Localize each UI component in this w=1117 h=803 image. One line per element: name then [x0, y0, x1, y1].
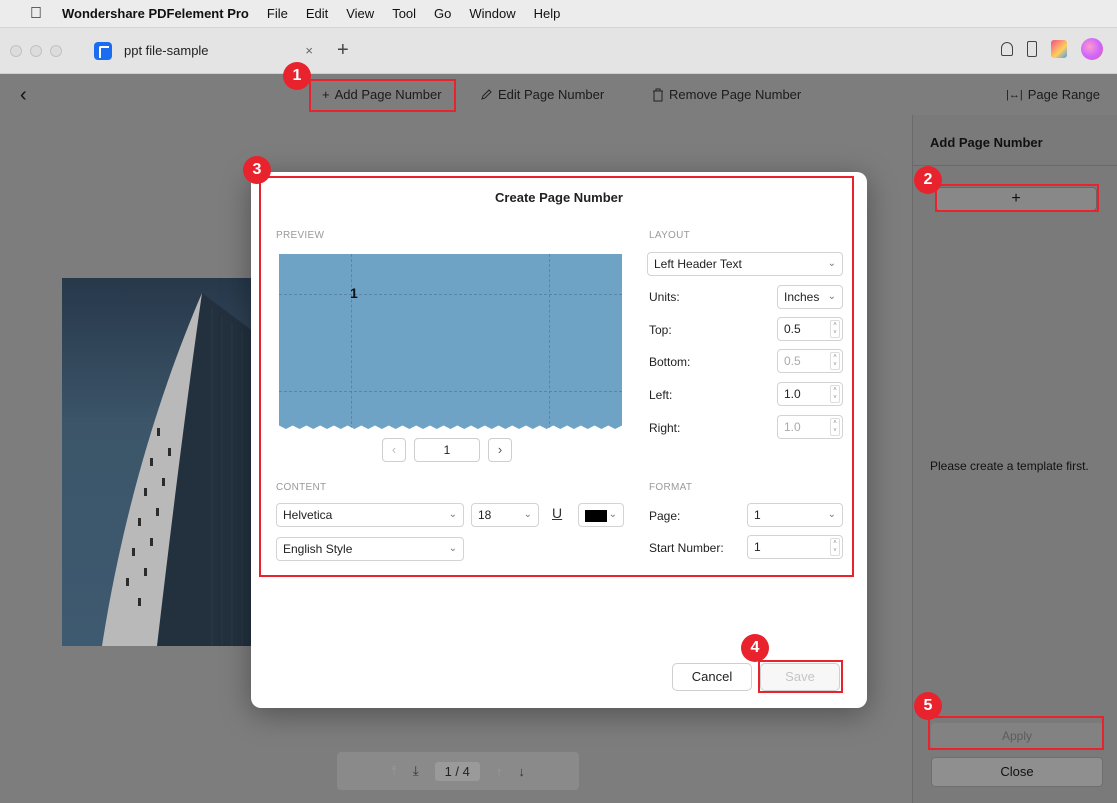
page-number-toolbar: ‹ + Add Page Number Edit Page Number Rem… [0, 75, 1117, 115]
menu-edit[interactable]: Edit [306, 6, 328, 21]
remove-page-number-button[interactable]: Remove Page Number [652, 87, 801, 102]
device-icon[interactable] [1027, 41, 1037, 57]
new-tab-button[interactable]: + [337, 39, 349, 62]
add-page-number-panel: Add Page Number + Please create a templa… [912, 115, 1117, 803]
annotation-box-2 [935, 184, 1099, 212]
annotation-box-1 [309, 79, 456, 112]
annotation-badge-2: 2 [914, 166, 942, 194]
page-range-button[interactable]: |↔| Page Range [1006, 87, 1100, 102]
bell-icon[interactable] [1001, 42, 1013, 56]
annotation-badge-4: 4 [741, 634, 769, 662]
panel-title: Add Page Number [930, 135, 1043, 150]
cancel-button[interactable]: Cancel [672, 663, 752, 691]
panel-divider [913, 165, 1117, 166]
edit-page-number-button[interactable]: Edit Page Number [480, 87, 604, 102]
page-indicator[interactable]: 1 / 4 [434, 761, 480, 781]
pdfelement-logo-icon [94, 41, 112, 60]
page-thumbnail-building-image [62, 278, 262, 646]
app-name-menu[interactable]: Wondershare PDFelement Pro [62, 6, 249, 21]
tab-close-icon[interactable]: × [305, 43, 313, 58]
page-range-label: Page Range [1027, 87, 1100, 102]
close-panel-button[interactable]: Close [931, 757, 1103, 787]
user-avatar[interactable] [1081, 38, 1103, 60]
edit-page-number-label: Edit Page Number [498, 87, 605, 102]
annotation-badge-3: 3 [243, 156, 271, 184]
annotation-badge-1: 1 [283, 62, 311, 90]
annotation-box-4 [758, 660, 843, 693]
page-navigation-bar: ⤒ ⤓ 1 / 4 ↑ ↓ [337, 752, 579, 790]
annotation-box-5 [928, 716, 1104, 750]
first-page-icon[interactable]: ⤒ [391, 763, 397, 779]
menu-file[interactable]: File [267, 6, 288, 21]
minimize-window-button[interactable] [30, 44, 42, 57]
trash-icon [653, 88, 663, 101]
annotation-badge-5: 5 [914, 692, 942, 720]
back-chevron-icon[interactable]: ‹ [20, 84, 27, 107]
next-page-icon[interactable]: ↓ [518, 764, 525, 779]
pencil-icon [481, 89, 492, 100]
page-range-icon: |↔| [1006, 88, 1023, 101]
menu-bar:  Wondershare PDFelement Pro File Edit V… [0, 0, 1117, 28]
annotation-box-3 [259, 176, 854, 577]
tab-bar: ppt file-sample × + [0, 28, 1117, 74]
zoom-window-button[interactable] [50, 44, 62, 57]
tab-title: ppt file-sample [124, 43, 209, 58]
templates-icon[interactable] [1051, 40, 1067, 58]
close-window-button[interactable] [10, 44, 22, 57]
document-tab[interactable]: ppt file-sample × [94, 31, 319, 71]
menu-view[interactable]: View [346, 6, 374, 21]
menu-go[interactable]: Go [434, 6, 451, 21]
previous-page-icon[interactable]: ↑ [496, 764, 503, 779]
menu-tool[interactable]: Tool [392, 6, 416, 21]
menu-help[interactable]: Help [534, 6, 561, 21]
remove-page-number-label: Remove Page Number [669, 87, 802, 102]
empty-template-hint: Please create a template first. [930, 459, 1089, 473]
apple-icon[interactable]:  [30, 5, 58, 23]
last-page-icon[interactable]: ⤓ [413, 763, 419, 779]
menu-window[interactable]: Window [469, 6, 515, 21]
window-controls [10, 44, 70, 57]
